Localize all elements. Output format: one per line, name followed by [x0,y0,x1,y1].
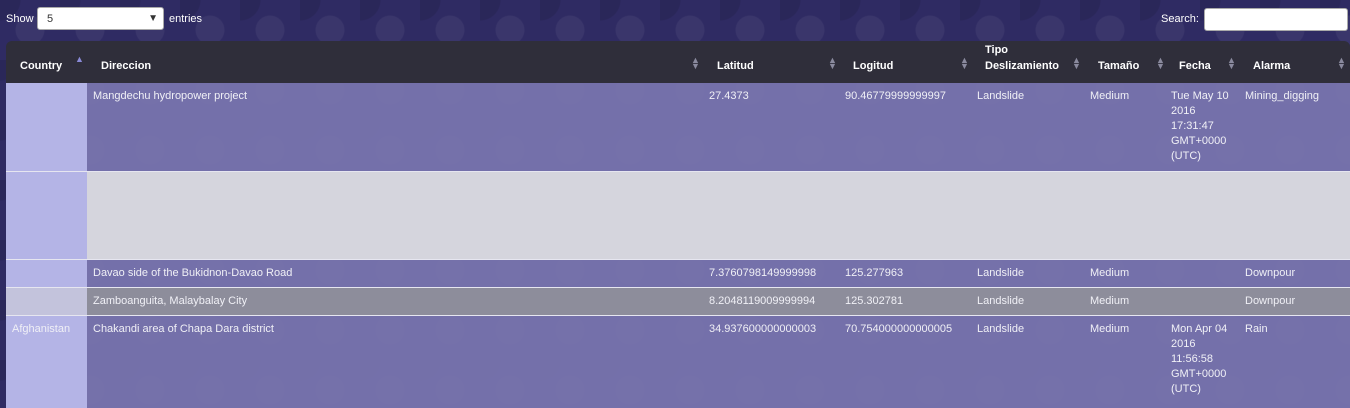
sort-asc-icon: ▲ [75,54,84,64]
column-header-label: Fecha [1179,60,1211,72]
column-header-fecha[interactable]: Fecha ▲ ▼ [1179,41,1239,83]
latitud-cell: 7.3760798149999998 [709,267,817,279]
column-header-label: Tipo Deslizamiento [985,44,1059,72]
direccion-cell: Zamboanguita, Malaybalay City [93,295,248,307]
alarma-cell: Mining_digging [1245,90,1319,102]
row-body: Zamboanguita, Malaybalay City 8.20481190… [87,288,1350,315]
tipo-cell: Landslide [977,90,1025,102]
tamano-cell: Medium [1090,267,1130,279]
table-header: Country ▲ Direccion ▲ ▼ Latitud ▲ ▼ Logitu… [6,41,1350,83]
entries-label: entries [169,13,203,25]
column-header-tipo[interactable]: Tipo Deslizamiento ▲ ▼ [985,41,1085,83]
table-row[interactable]: Davao side of the Bukidnon-Davao Road 7.… [6,259,1350,287]
column-header-country[interactable]: Country ▲ [20,41,87,83]
longitud-cell: 125.277963 [845,267,904,279]
column-header-label: Direccion [101,60,152,72]
column-header-alarma[interactable]: Alarma ▲ ▼ [1253,41,1348,83]
sort-icon: ▲ ▼ [1227,55,1236,71]
direccion-cell: Davao side of the Bukidnon-Davao Road [93,267,293,279]
longitud-cell: 90.46779999999997 [845,90,946,102]
sort-icon: ▲ ▼ [828,55,837,71]
row-body: Mangdechu hydropower project 27.4373 90.… [87,83,1350,171]
tipo-cell: Landslide [977,323,1025,335]
show-label: Show [6,13,34,25]
longitud-cell: 125.302781 [845,295,904,307]
sort-icon: ▲ ▼ [1156,55,1165,71]
sort-icon: ▲ ▼ [1337,55,1346,71]
direccion-cell: Chakandi area of Chapa Dara district [93,323,274,335]
fecha-cell: Mon Apr 04 2016 11:56:58 GMT+0000 (UTC) [1171,323,1228,395]
column-header-label: Latitud [717,60,754,72]
country-cell [6,83,87,171]
sort-icon: ▲ ▼ [1072,55,1081,71]
search-input[interactable] [1204,8,1348,31]
table-row[interactable]: Zamboanguita, Malaybalay City 8.20481190… [6,287,1350,315]
alarma-cell: Downpour [1245,295,1296,307]
tipo-cell: Landslide [977,267,1025,279]
column-header-direccion[interactable]: Direccion ▲ ▼ [101,41,701,83]
country-cell [6,260,87,287]
table-row[interactable] [6,171,1350,259]
row-body [87,172,1350,259]
column-header-label: Country [20,60,63,72]
search-label: Search: [1161,13,1199,25]
sort-icon: ▲ ▼ [960,55,969,71]
entries-select-value: 5 [47,13,54,25]
entries-select[interactable]: 5 ▼ [37,7,164,30]
column-header-longitud[interactable]: Logitud ▲ ▼ [853,41,973,83]
country-cell [6,172,87,259]
row-body: Davao side of the Bukidnon-Davao Road 7.… [87,260,1350,287]
alarma-cell: Rain [1245,323,1268,335]
longitud-cell: 70.754000000000005 [845,323,953,335]
latitud-cell: 27.4373 [709,90,749,102]
tamano-cell: Medium [1090,90,1130,102]
alarma-cell: Downpour [1245,267,1296,279]
fecha-cell: Tue May 10 2016 17:31:47 GMT+0000 (UTC) [1171,90,1229,162]
table-controls: Show 5 ▼ entries Search: [0,0,1350,40]
column-header-latitud[interactable]: Latitud ▲ ▼ [717,41,841,83]
tipo-cell: Landslide [977,295,1025,307]
tamano-cell: Medium [1090,295,1130,307]
sort-icon: ▲ ▼ [691,55,700,71]
column-header-label: Alarma [1253,60,1291,72]
latitud-cell: 8.2048119009999994 [709,295,816,307]
column-header-label: Logitud [853,60,894,72]
latitud-cell: 34.937600000000003 [709,323,817,335]
landslide-table: Country ▲ Direccion ▲ ▼ Latitud ▲ ▼ Logitu… [6,41,1350,408]
row-body: Chakandi area of Chapa Dara district 34.… [87,316,1350,408]
tamano-cell: Medium [1090,323,1130,335]
table-row[interactable]: Afghanistan Chakandi area of Chapa Dara … [6,315,1350,408]
country-cell: Afghanistan [6,316,87,408]
direccion-cell: Mangdechu hydropower project [93,90,248,102]
country-cell [6,288,87,315]
caret-down-icon: ▼ [148,13,158,24]
column-header-label: Tamaño [1098,60,1140,72]
column-header-tamano[interactable]: Tamaño ▲ ▼ [1098,41,1168,83]
table-row[interactable]: Mangdechu hydropower project 27.4373 90.… [6,83,1350,171]
